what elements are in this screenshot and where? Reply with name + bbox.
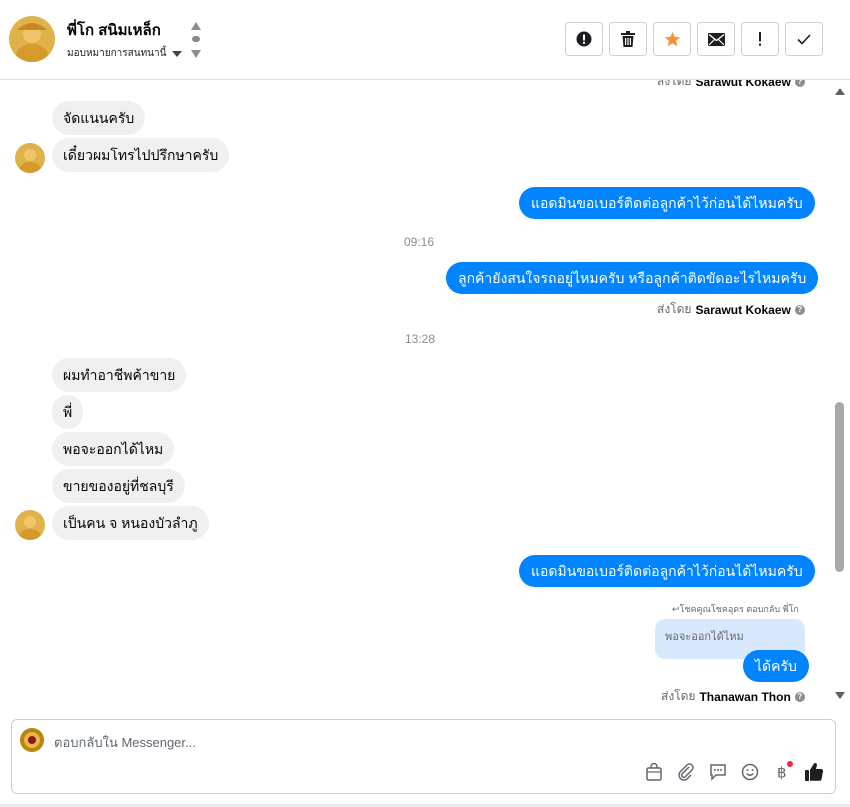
action-toolbar: [565, 22, 823, 56]
reply-input[interactable]: [54, 732, 654, 752]
incoming-message[interactable]: พอจะออกได้ไหม: [52, 432, 175, 466]
svg-text:฿: ฿: [777, 764, 787, 782]
sent-by-label: ส่งโดย Sarawut Kokaew ?: [657, 300, 805, 319]
outgoing-message[interactable]: แอดมินขอเบอร์ติดต่อลูกค้าไว้ก่อนได้ไหมคร…: [519, 187, 815, 219]
spam-button[interactable]: [565, 22, 603, 56]
conversation-header: พี่โก สนิมเหล็ก มอบหมายการสนทนานี้: [0, 0, 850, 80]
nav-separator-icon: [192, 36, 200, 42]
scroll-thumb[interactable]: [835, 402, 844, 572]
reply-arrow-icon: ↩: [672, 604, 680, 614]
saved-replies-icon[interactable]: [707, 761, 729, 783]
trash-icon: [621, 31, 635, 47]
delete-button[interactable]: [609, 22, 647, 56]
outgoing-message[interactable]: ได้ครับ: [743, 650, 809, 682]
incoming-message[interactable]: ผมทำอาชีพค้าขาย: [52, 358, 187, 392]
exclamation-icon: [759, 32, 761, 46]
scrollbar[interactable]: [830, 80, 850, 710]
assign-label: มอบหมายการสนทนานี้: [67, 48, 167, 59]
assign-conversation-dropdown[interactable]: มอบหมายการสนทนานี้: [67, 46, 183, 61]
message-thread[interactable]: ส่งโดย Sarawut Kokaew ? จัดแนนครับ เดี๋ย…: [0, 80, 830, 710]
contact-name[interactable]: พี่โก สนิมเหล็ก: [67, 18, 161, 42]
help-icon[interactable]: ?: [794, 80, 805, 87]
outgoing-message[interactable]: ลูกค้ายังสนใจรถอยู่ไหมครับ หรือลูกค้าติด…: [446, 262, 819, 294]
thumbs-up-icon[interactable]: [803, 761, 825, 783]
incoming-message[interactable]: ขายของอยู่ที่ชลบุรี: [52, 469, 185, 503]
chevron-down-icon: [172, 50, 183, 57]
check-icon: [797, 33, 811, 45]
previous-conversation-icon[interactable]: [191, 22, 201, 30]
help-icon[interactable]: ?: [794, 691, 805, 702]
incoming-message[interactable]: เดี๋ยวผมโทรไปปรึกษาครับ: [52, 138, 230, 172]
conversation-nav: [190, 20, 202, 60]
follow-up-button[interactable]: [741, 22, 779, 56]
mark-unread-button[interactable]: [697, 22, 735, 56]
reply-context-note: ↩โชคคูณโชคอุดร ตอบกลับ พี่โก: [672, 604, 799, 614]
notification-dot: [787, 761, 793, 767]
baht-payment-icon[interactable]: ฿: [771, 761, 793, 783]
scroll-down-icon[interactable]: [835, 692, 845, 699]
star-icon: [664, 31, 680, 47]
outgoing-message[interactable]: แอดมินขอเบอร์ติดต่อลูกค้าไว้ก่อนได้ไหมคร…: [519, 555, 815, 587]
help-icon[interactable]: ?: [794, 304, 805, 315]
incoming-message[interactable]: จัดแนนครับ: [52, 101, 146, 135]
paperclip-icon[interactable]: [675, 761, 697, 783]
envelope-icon: [707, 32, 725, 46]
incoming-message[interactable]: เป็นคน จ หนองบัวลำภู: [52, 506, 209, 540]
star-button[interactable]: [653, 22, 691, 56]
timestamp: 13:28: [405, 332, 436, 346]
shopping-bag-icon[interactable]: [643, 761, 665, 783]
sent-by-label: ส่งโดย Sarawut Kokaew ?: [657, 80, 805, 91]
contact-avatar-small[interactable]: [15, 143, 45, 173]
incoming-message[interactable]: พี่: [52, 395, 84, 429]
alert-circle-icon: [576, 31, 592, 47]
next-conversation-icon[interactable]: [191, 50, 201, 58]
done-button[interactable]: [785, 22, 823, 56]
contact-avatar-small[interactable]: [15, 510, 45, 540]
emoji-icon[interactable]: [739, 761, 761, 783]
reply-composer: ฿: [11, 719, 836, 794]
page-avatar: [20, 728, 44, 752]
composer-actions: ฿: [643, 761, 825, 783]
timestamp: 09:16: [404, 235, 435, 249]
contact-avatar[interactable]: [9, 16, 55, 62]
scroll-up-icon[interactable]: [835, 88, 845, 95]
sent-by-label: ส่งโดย Thanawan Thon ?: [661, 687, 805, 706]
